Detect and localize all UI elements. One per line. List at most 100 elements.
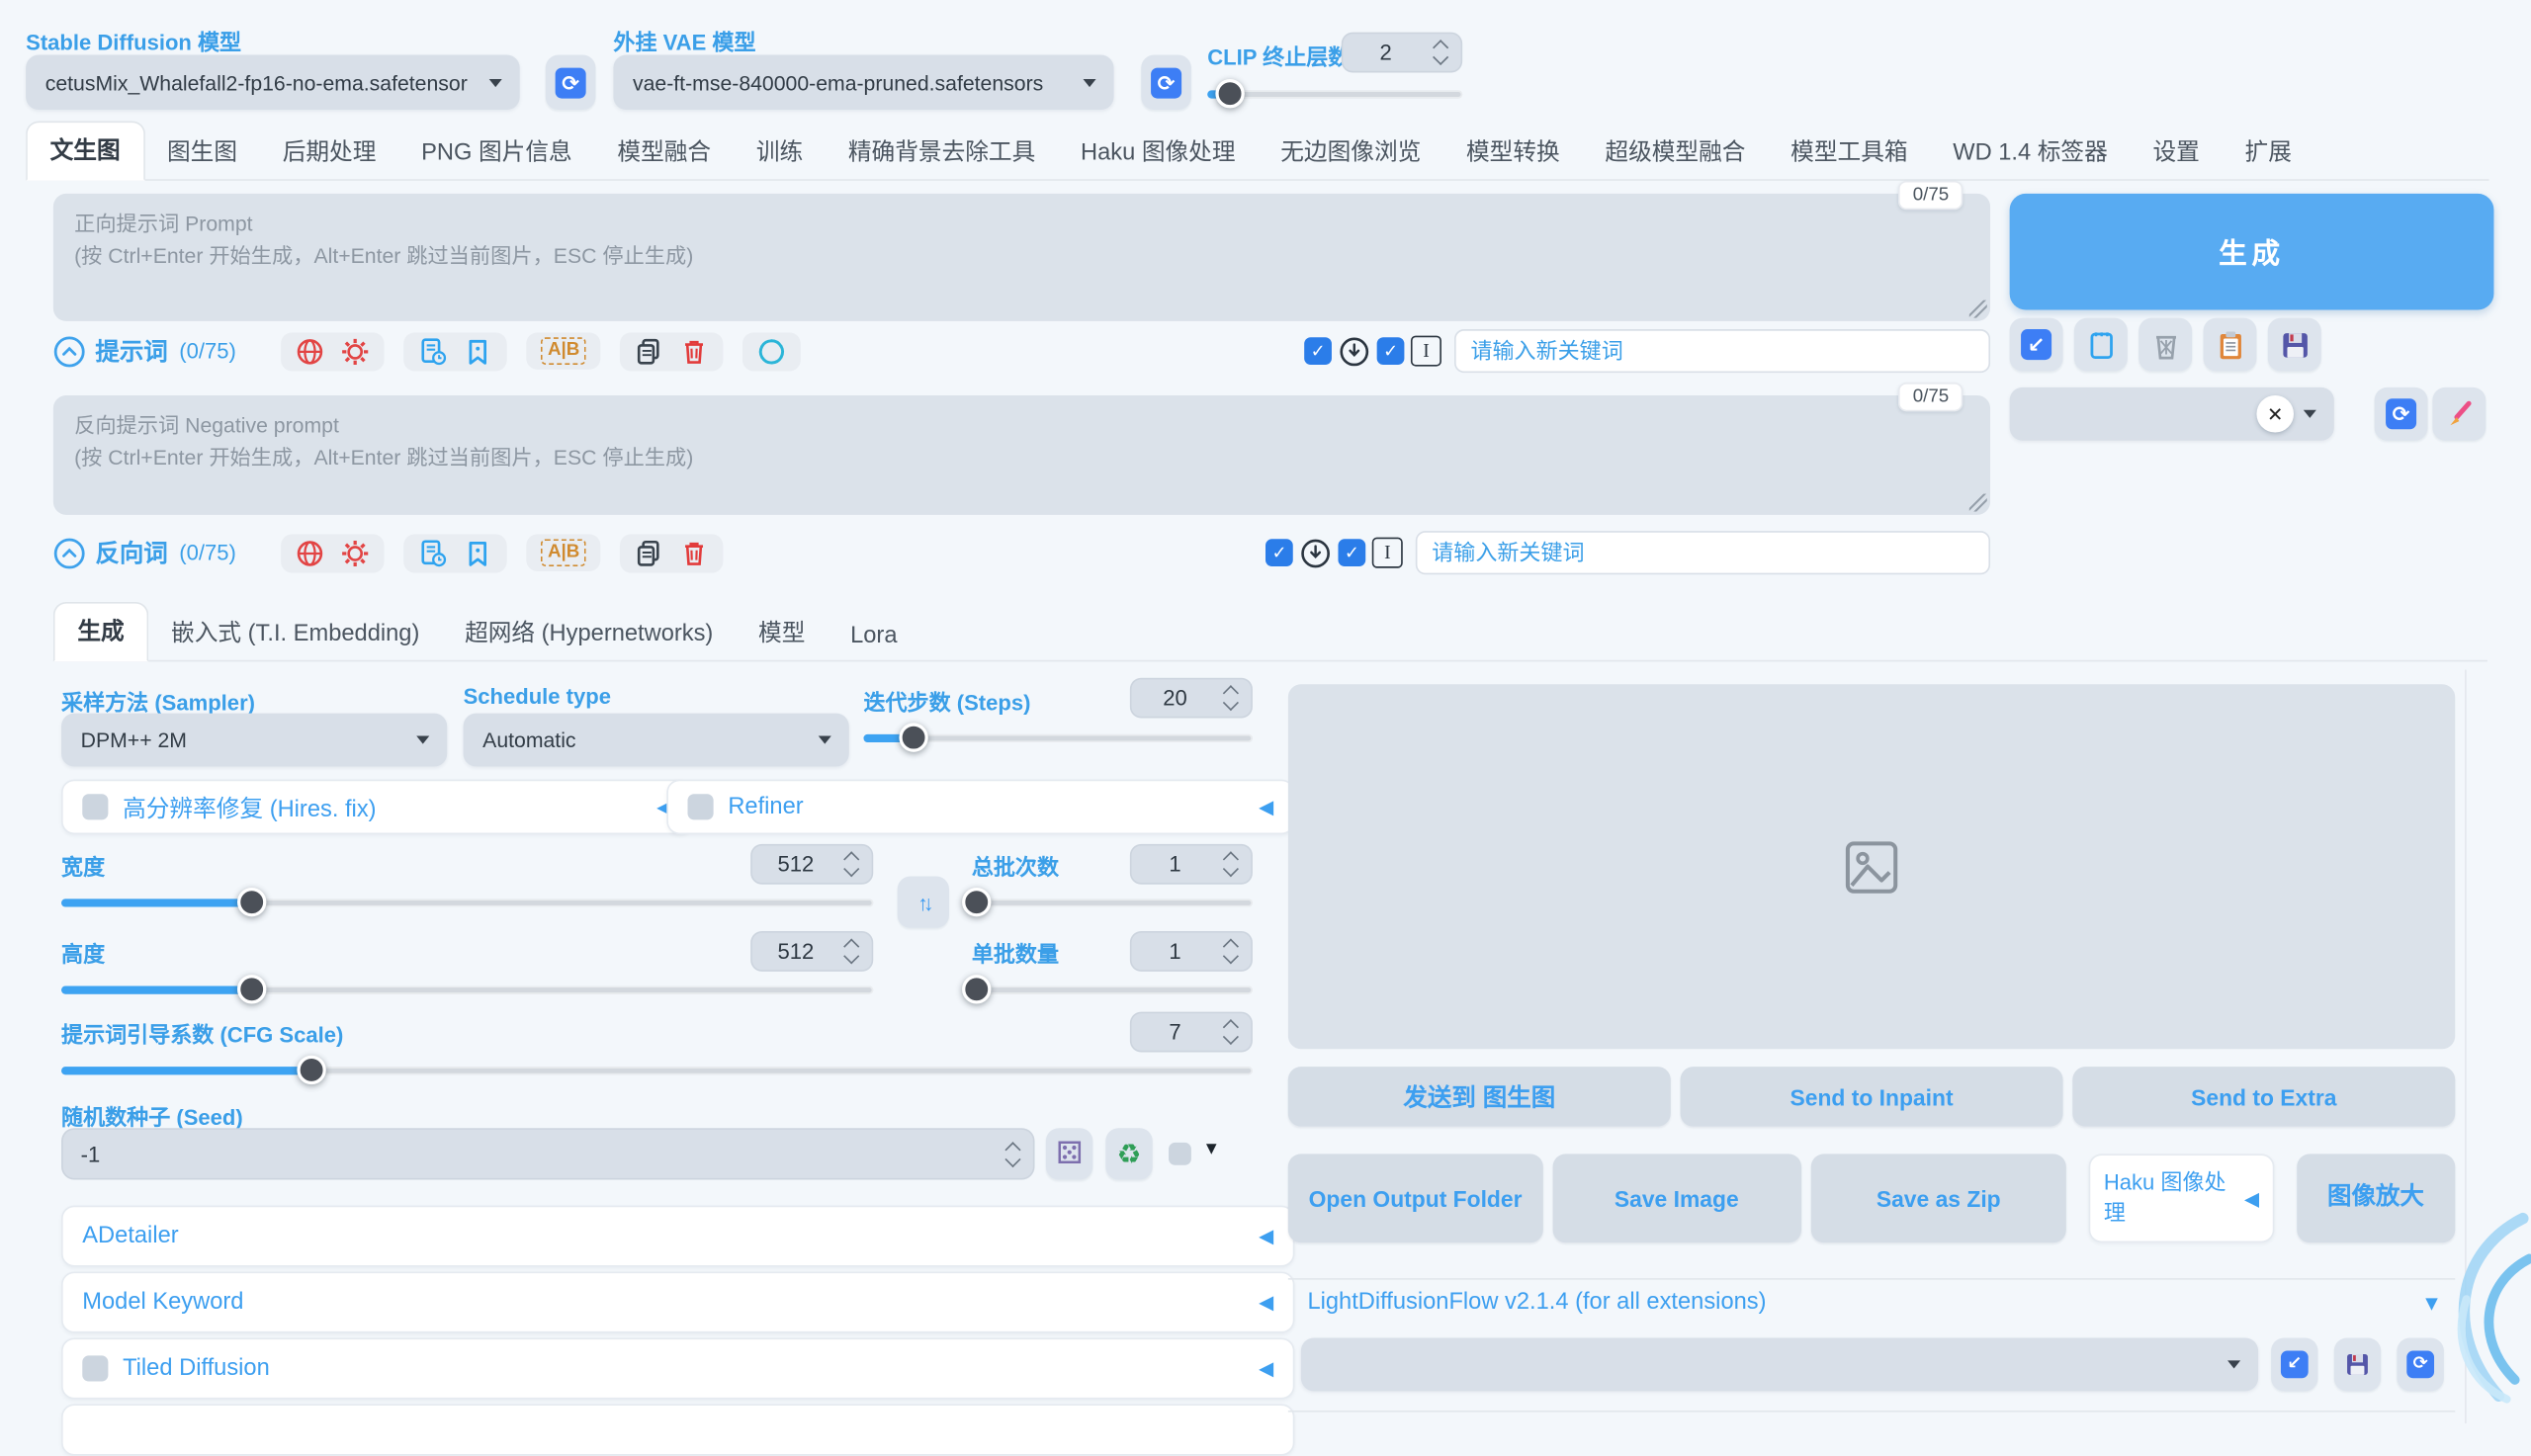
- vae-dropdown[interactable]: vae-ft-mse-840000-ema-pruned.safetensors: [613, 55, 1113, 111]
- paste-params-button[interactable]: ↙: [2010, 318, 2063, 372]
- tab[interactable]: 模型工具箱: [1768, 125, 1930, 181]
- tab[interactable]: 后期处理: [260, 125, 398, 181]
- model-keyword-accordion[interactable]: Model Keyword ◀: [61, 1272, 1294, 1333]
- sub-tab[interactable]: 超网络 (Hypernetworks): [442, 605, 736, 661]
- clip-skip-slider[interactable]: [1207, 79, 1462, 108]
- swap-dimensions-button[interactable]: ↑↓: [898, 877, 949, 928]
- slider-thumb[interactable]: [1216, 79, 1245, 108]
- slider-thumb[interactable]: [297, 1056, 325, 1084]
- reuse-seed-button[interactable]: ♻: [1105, 1128, 1152, 1179]
- chatgpt-icon[interactable]: [757, 336, 786, 365]
- gear-icon[interactable]: [341, 538, 370, 566]
- batch-count-number-input[interactable]: 1: [1130, 844, 1253, 885]
- trash-icon[interactable]: [680, 538, 709, 566]
- sub-tab[interactable]: Lora: [828, 613, 919, 661]
- height-slider[interactable]: [61, 975, 873, 1003]
- prompt-history-icon[interactable]: [418, 538, 447, 566]
- wastebasket-button[interactable]: [2138, 318, 2192, 372]
- clear-styles-icon[interactable]: ✕: [2256, 395, 2294, 433]
- steps-number-input[interactable]: 20: [1130, 678, 1253, 719]
- spinner-arrows[interactable]: [1220, 854, 1241, 875]
- negative-keyword-input[interactable]: [1416, 531, 1990, 574]
- tab[interactable]: 模型融合: [595, 125, 734, 181]
- tab[interactable]: 无边图像浏览: [1258, 125, 1443, 181]
- hires-fix-accordion[interactable]: 高分辨率修复 (Hires. fix) ◀: [61, 780, 692, 835]
- text-cursor-icon[interactable]: I: [1372, 538, 1403, 568]
- extra-accordion[interactable]: [61, 1404, 1294, 1455]
- keyword-enable-checkbox[interactable]: ✓: [1304, 337, 1332, 365]
- tab[interactable]: WD 1.4 标签器: [1930, 125, 2130, 181]
- haku-accordion[interactable]: Haku 图像处理 ◀: [2089, 1154, 2274, 1242]
- ldf-refresh-button[interactable]: ⟳: [2397, 1337, 2443, 1391]
- open-output-folder-button[interactable]: Open Output Folder: [1288, 1154, 1542, 1242]
- tiled-diffusion-checkbox[interactable]: [82, 1355, 108, 1381]
- gear-icon[interactable]: [341, 336, 370, 365]
- send-to-img2img-button[interactable]: 发送到 图生图: [1288, 1067, 1671, 1126]
- extra-seed-checkbox[interactable]: [1169, 1143, 1191, 1165]
- slider-thumb[interactable]: [963, 975, 992, 1003]
- tab[interactable]: 扩展: [2223, 125, 2314, 181]
- globe-icon[interactable]: [296, 336, 324, 365]
- styles-refresh-button[interactable]: ⟳: [2375, 387, 2428, 441]
- height-number-input[interactable]: 512: [750, 931, 873, 972]
- tab[interactable]: 训练: [734, 125, 826, 181]
- globe-icon[interactable]: [296, 538, 324, 566]
- bookmark-icon[interactable]: [464, 336, 492, 365]
- keyword-append-checkbox[interactable]: ✓: [1339, 539, 1366, 566]
- adetailer-accordion[interactable]: ADetailer ◀: [61, 1206, 1294, 1267]
- save-image-button[interactable]: Save Image: [1552, 1154, 1800, 1242]
- sd-model-refresh-button[interactable]: ⟳: [546, 55, 596, 111]
- collapse-icon[interactable]: [53, 335, 86, 368]
- spinner-arrows[interactable]: [1220, 941, 1241, 962]
- keyword-history-icon[interactable]: [1299, 537, 1332, 569]
- spinner-arrows[interactable]: [1220, 688, 1241, 709]
- sub-tab[interactable]: 模型: [736, 605, 828, 661]
- tab[interactable]: 模型转换: [1443, 125, 1582, 181]
- tab[interactable]: 文生图: [26, 121, 144, 180]
- random-seed-button[interactable]: ⚄: [1046, 1128, 1092, 1179]
- image-upscale-button[interactable]: 图像放大: [2297, 1154, 2456, 1242]
- sampler-dropdown[interactable]: DPM++ 2M: [61, 714, 447, 767]
- tab[interactable]: 超级模型融合: [1583, 125, 1769, 181]
- copy-icon[interactable]: [635, 336, 663, 365]
- batch-size-slider[interactable]: [972, 975, 1253, 1003]
- translate-ab-icon[interactable]: A|B: [541, 539, 585, 566]
- sub-tab[interactable]: 嵌入式 (T.I. Embedding): [148, 605, 442, 661]
- batch-count-slider[interactable]: [972, 888, 1253, 916]
- tiled-diffusion-accordion[interactable]: Tiled Diffusion ◀: [61, 1337, 1294, 1399]
- tab[interactable]: 设置: [2131, 125, 2223, 181]
- keyword-enable-checkbox[interactable]: ✓: [1266, 539, 1293, 566]
- prompt-textarea[interactable]: 正向提示词 Prompt (按 Ctrl+Enter 开始生成，Alt+Ente…: [53, 194, 1990, 321]
- spinner-arrows[interactable]: [1003, 1144, 1023, 1164]
- ldf-collapse-caret[interactable]: ▼: [2421, 1291, 2442, 1315]
- sd-model-dropdown[interactable]: cetusMix_Whalefall2-fp16-no-ema.safetens…: [26, 55, 520, 111]
- slider-thumb[interactable]: [237, 888, 266, 916]
- slider-thumb[interactable]: [237, 975, 266, 1003]
- tab[interactable]: 图生图: [144, 125, 260, 181]
- slider-thumb[interactable]: [963, 888, 992, 916]
- edit-styles-button[interactable]: [2432, 387, 2486, 441]
- steps-slider[interactable]: [863, 723, 1252, 751]
- hires-fix-checkbox[interactable]: [82, 794, 108, 819]
- spinner-arrows[interactable]: [1220, 1021, 1241, 1042]
- width-number-input[interactable]: 512: [750, 844, 873, 885]
- negative-prompt-textarea[interactable]: 反向提示词 Negative prompt (按 Ctrl+Enter 开始生成…: [53, 395, 1990, 515]
- load-styles-button[interactable]: [2204, 318, 2257, 372]
- save-zip-button[interactable]: Save as Zip: [1810, 1154, 2066, 1242]
- clip-skip-number-input[interactable]: 2: [1342, 33, 1462, 73]
- tab[interactable]: 精确背景去除工具: [826, 125, 1058, 181]
- bookmark-icon[interactable]: [464, 538, 492, 566]
- seed-extra-caret[interactable]: ▼: [1202, 1140, 1220, 1159]
- spinner-arrows[interactable]: [841, 854, 862, 875]
- trash-icon[interactable]: [680, 336, 709, 365]
- generate-button[interactable]: 生成: [2010, 194, 2494, 310]
- text-cursor-icon[interactable]: I: [1411, 336, 1441, 367]
- cfg-slider[interactable]: [61, 1056, 1253, 1084]
- resize-handle-icon[interactable]: [1969, 300, 1987, 318]
- ldf-dropdown[interactable]: [1301, 1337, 2258, 1391]
- styles-dropdown[interactable]: ✕: [2010, 387, 2334, 441]
- width-slider[interactable]: [61, 888, 873, 916]
- prompt-keyword-input[interactable]: [1454, 329, 1990, 373]
- spinner-arrows[interactable]: [841, 941, 862, 962]
- clear-prompt-button[interactable]: [2074, 318, 2128, 372]
